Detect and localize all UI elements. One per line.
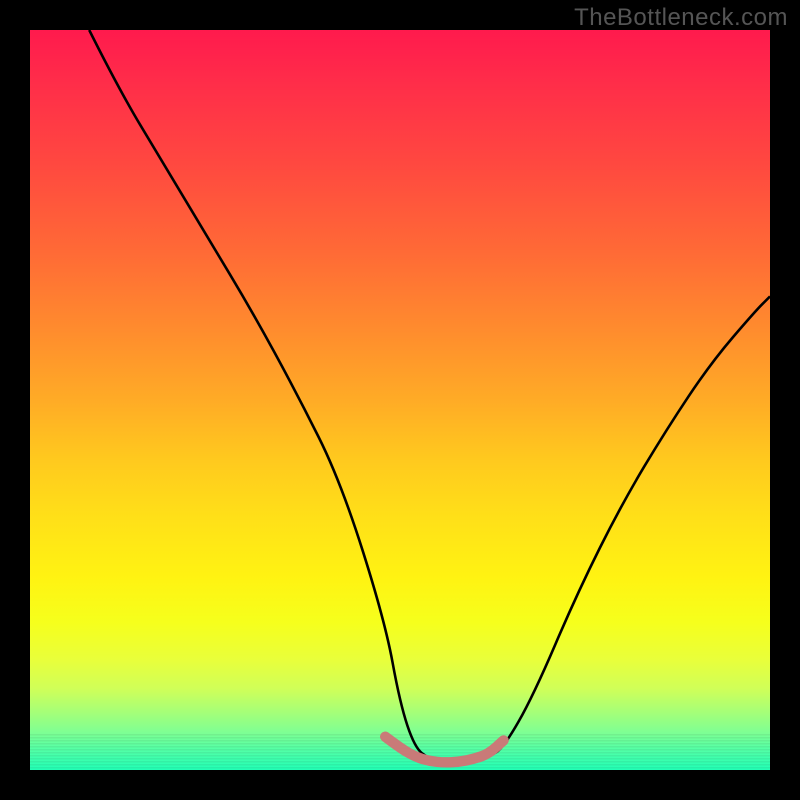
main-curve bbox=[89, 30, 770, 763]
watermark-text: TheBottleneck.com bbox=[574, 4, 788, 32]
chart-frame: TheBottleneck.com bbox=[0, 0, 800, 800]
plot-area bbox=[30, 30, 770, 770]
trough-highlight bbox=[385, 737, 503, 763]
curve-svg bbox=[30, 30, 770, 770]
